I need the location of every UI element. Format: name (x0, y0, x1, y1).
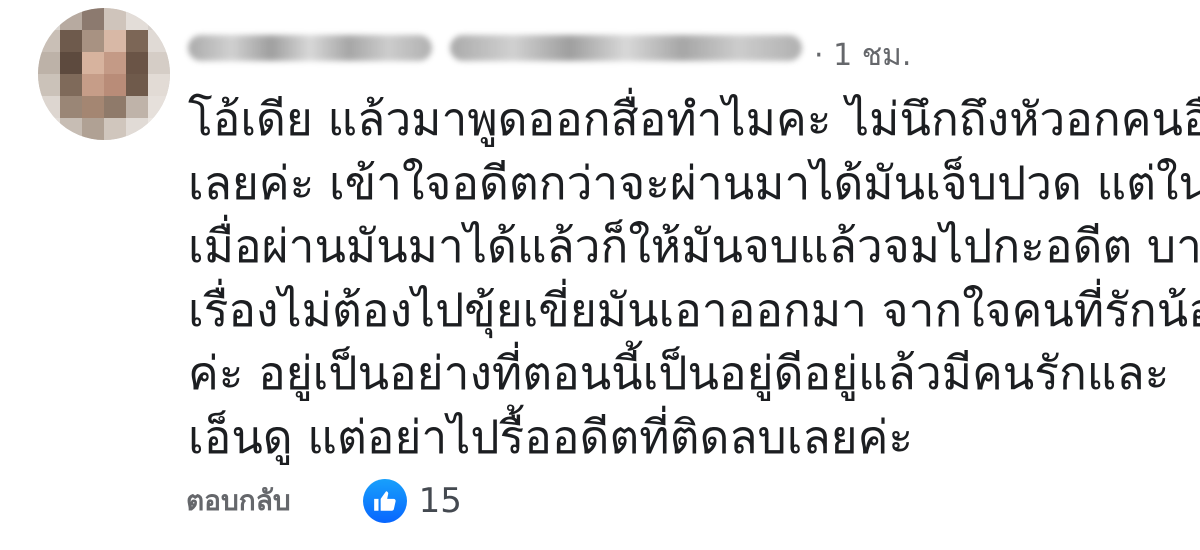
avatar-pixel (60, 118, 82, 140)
avatar-pixel (38, 52, 60, 74)
comment-line: เมื่อผ่านมันมาได้แล้วก็ให้มันจบแล้วจมไปก… (188, 219, 1200, 273)
avatar-pixel (38, 8, 60, 30)
avatar-pixel (104, 8, 126, 30)
avatar-pixel (126, 118, 148, 140)
avatar-pixel (148, 96, 170, 118)
avatar[interactable] (38, 8, 170, 140)
comment-line: ค่ะ อยู่เป็นอย่างที่ตอนนี้เป็นอยู่ดีอยู่… (188, 346, 1170, 400)
comment-actions: ตอบกลับ 15 (186, 478, 462, 524)
avatar-pixel (104, 52, 126, 74)
comment-line: เลยค่ะ เข้าใจอดีตกว่าจะผ่านมาได้มันเจ็บป… (188, 155, 1200, 210)
avatar-pixel (126, 30, 148, 52)
avatar-pixel (60, 52, 82, 74)
avatar-pixel (126, 96, 148, 118)
thumbs-up-glyph (373, 491, 396, 511)
comment-timestamp[interactable]: · 1 ชม. (814, 32, 911, 79)
thumbs-up-icon[interactable] (362, 479, 407, 523)
commenter-name-blurred[interactable] (188, 28, 802, 68)
blurred-last-name (450, 35, 802, 61)
avatar-pixel (126, 8, 148, 30)
avatar-pixel (82, 8, 104, 30)
reply-button[interactable]: ตอบกลับ (186, 479, 291, 523)
comment-line: โอ้เดีย แล้วมาพูดออกสื่อทำไมคะ ไม่นึกถึง… (188, 92, 1200, 146)
comment-body: โอ้เดีย แล้วมาพูดออกสื่อทำไมคะ ไม่นึกถึง… (188, 88, 1200, 469)
avatar-pixel (104, 118, 126, 140)
comment-line: เรื่องไม่ต้องไปขุ้ยเขี่ยมันเอาออกมา จากใ… (188, 282, 1200, 337)
avatar-pixel (38, 118, 60, 140)
avatar-pixel (60, 30, 82, 52)
avatar-pixel (148, 118, 170, 140)
avatar-pixel (82, 30, 104, 52)
avatar-pixel (126, 74, 148, 96)
avatar-pixel (148, 74, 170, 96)
avatar-pixel (38, 30, 60, 52)
avatar-pixel (148, 8, 170, 30)
avatar-pixel (148, 52, 170, 74)
avatar-pixel (38, 74, 60, 96)
avatar-pixel (82, 52, 104, 74)
avatar-pixel (82, 118, 104, 140)
avatar-pixel (60, 96, 82, 118)
avatar-pixel (38, 96, 60, 118)
avatar-pixel (126, 52, 148, 74)
avatar-pixel (82, 74, 104, 96)
comment: · 1 ชม. โอ้เดีย แล้วมาพูดออกสื่อทำไมคะ ไ… (0, 0, 1200, 550)
avatar-pixel (60, 8, 82, 30)
avatar-pixel (104, 96, 126, 118)
avatar-pixel (104, 74, 126, 96)
comment-line: เอ็นดู แต่อย่าไปรื้ออดีตที่ติดลบเลยค่ะ (188, 409, 914, 464)
reaction-count[interactable]: 15 (419, 481, 462, 521)
avatar-pixel (82, 96, 104, 118)
blurred-first-name (188, 35, 432, 61)
avatar-pixel (104, 30, 126, 52)
avatar-pixel (60, 74, 82, 96)
avatar-pixel (148, 30, 170, 52)
